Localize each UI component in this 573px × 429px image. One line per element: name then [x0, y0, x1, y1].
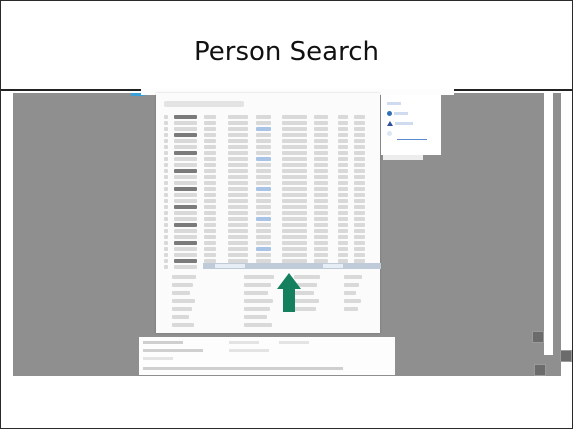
legend-item: [387, 111, 408, 117]
legend-item: [387, 131, 394, 137]
detail-row: [164, 307, 374, 313]
window-button[interactable]: [532, 331, 544, 343]
legend-underline: [397, 139, 427, 140]
map-legend: [381, 95, 441, 155]
detail-row: [164, 275, 374, 281]
selected-row-value: [323, 264, 343, 268]
detail-row: [164, 323, 374, 329]
selected-row-bar[interactable]: [203, 263, 381, 269]
legend-item: [387, 101, 401, 106]
legend-item: [387, 121, 413, 127]
triangle-icon: [387, 121, 393, 127]
detail-row: [164, 283, 374, 289]
circle-icon: [387, 111, 392, 117]
window-button[interactable]: [534, 364, 546, 376]
detail-row: [164, 291, 374, 297]
window-button[interactable]: [560, 350, 572, 362]
detail-row: [164, 315, 374, 321]
legend-caption: [383, 155, 423, 160]
selected-row-label: [215, 264, 245, 268]
results-panel-title: [164, 101, 244, 107]
scrollbar[interactable]: [544, 93, 553, 355]
slide: Person Search: [0, 0, 573, 429]
search-results-panel: [156, 93, 381, 333]
circle-icon: [387, 131, 392, 137]
bottom-results-panel: [139, 337, 395, 375]
arrow-up-icon: [277, 273, 301, 313]
detail-row: [164, 299, 374, 305]
slide-title: Person Search: [194, 37, 379, 67]
